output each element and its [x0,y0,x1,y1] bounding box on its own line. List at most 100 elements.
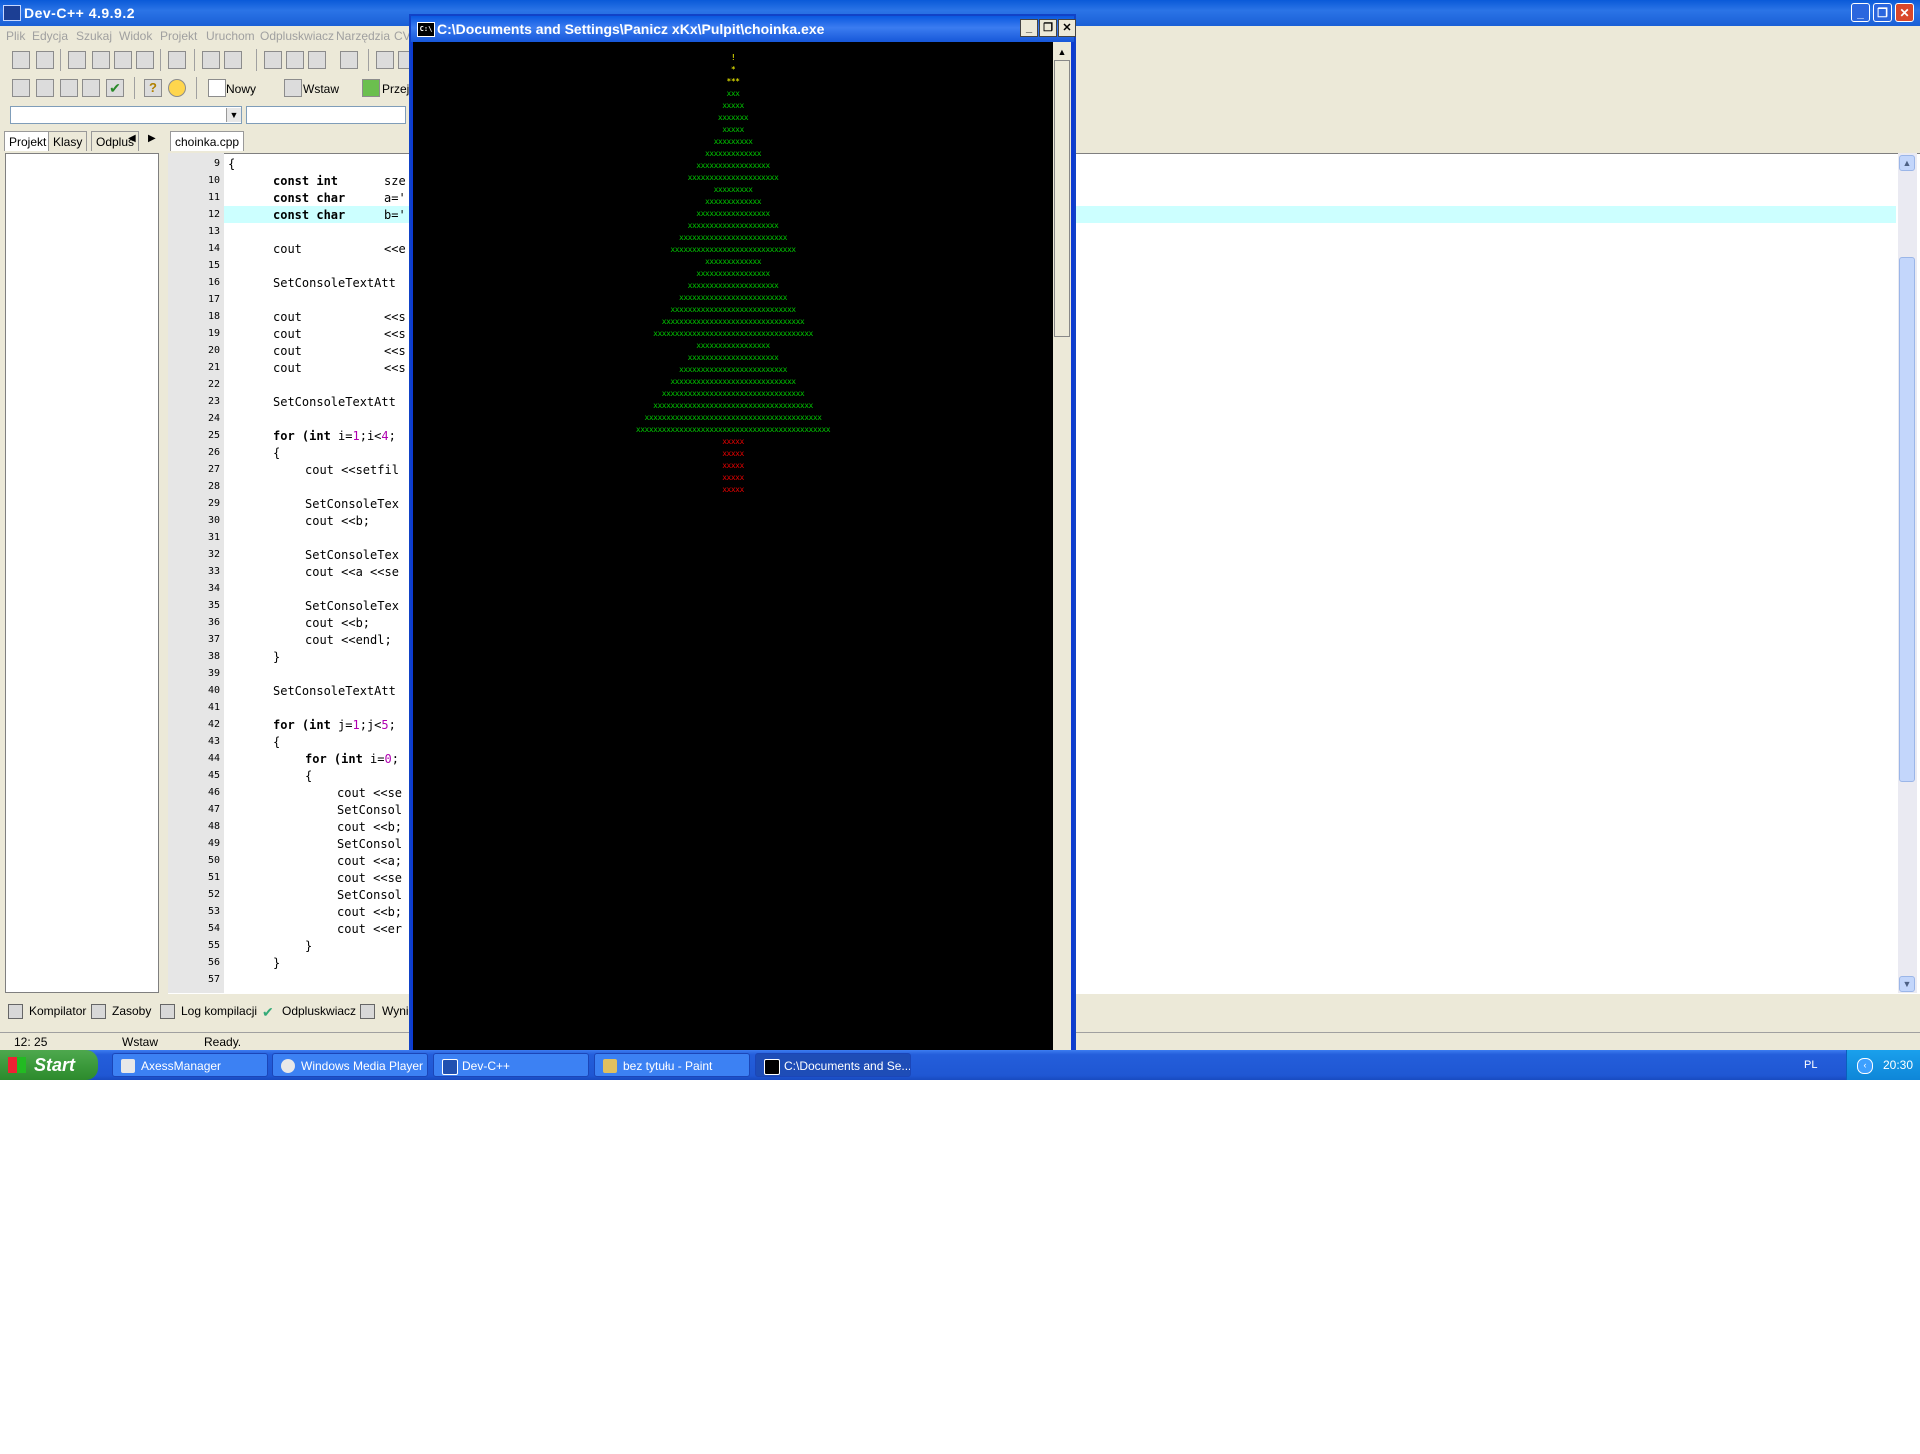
compile-icon[interactable] [12,79,30,97]
tab-odpluskwiacz-bottom[interactable]: Odpluskwiacz [282,1004,356,1018]
insert-icon[interactable] [284,79,302,97]
member-combo[interactable] [246,106,406,124]
about-icon[interactable] [168,79,186,97]
tree-branch-row: xxxxxxxxxxxxxxxxx [696,161,770,170]
resources-icon[interactable] [91,1004,106,1019]
print-icon[interactable] [168,51,186,69]
menu-uruchom[interactable]: Uruchom [206,26,255,46]
task-windows-media-player[interactable]: Windows Media Player [272,1053,428,1077]
find-results-icon[interactable] [360,1004,375,1019]
language-indicator[interactable]: PL [1804,1050,1817,1080]
redo-icon[interactable] [224,51,242,69]
task-axessmanager[interactable]: AxessManager [112,1053,268,1077]
menu-odpluskwiacz[interactable]: Odpluskwiacz [260,26,334,46]
close-button[interactable]: ✕ [1895,3,1914,22]
line-number: 15 [207,260,220,271]
scroll-up-icon[interactable]: ▲ [1899,155,1915,171]
chevron-down-icon[interactable]: ▼ [226,108,241,122]
menu-plik[interactable]: Plik [6,26,25,46]
line-number: 47 [207,804,220,815]
goto-button-label[interactable]: Przej [382,82,409,96]
console-restore-button[interactable]: ❐ [1039,19,1057,37]
menu-widok[interactable]: Widok [119,26,152,46]
help-icon[interactable]: ? [144,79,162,97]
line-number: 56 [207,957,220,968]
history-icon[interactable] [36,51,54,69]
console-minimize-button[interactable]: _ [1020,19,1038,37]
task-devcpp[interactable]: Dev-C++ [433,1053,589,1077]
new-project-icon[interactable] [208,79,226,97]
line-number: 45 [207,770,220,781]
code-line: { [273,446,281,460]
class-combo[interactable] [10,106,242,124]
find-icon[interactable] [264,51,282,69]
insert-button-label[interactable]: Wstaw [303,82,339,96]
debug-check-icon[interactable]: ✔ [262,1004,277,1020]
code-line: cout [273,361,302,375]
run-icon[interactable] [36,79,54,97]
console-close-button[interactable]: ✕ [1058,19,1076,37]
tab-kompilator[interactable]: Kompilator [29,1004,86,1018]
menu-narzedzia[interactable]: Narzędzia [336,26,390,46]
code-line: cout <<se [337,871,403,885]
editor-scrollbar-thumb[interactable] [1899,257,1915,782]
goto-line-icon[interactable] [340,51,358,69]
scroll-down-icon[interactable]: ▼ [1899,976,1915,992]
tree-branch-row: xxxxxxxxxxxxxxxxxxxxxxxxxxxxxxxxx [661,317,805,326]
line-number: 35 [207,600,220,611]
start-button[interactable]: Start [0,1050,98,1080]
tree-branch-row: xxxxxxxxxxxxxxxxx [696,269,770,278]
restore-button[interactable]: ❐ [1873,3,1892,22]
check-icon[interactable]: ✔ [106,79,124,97]
menu-edycja[interactable]: Edycja [32,26,68,46]
menu-szukaj[interactable]: Szukaj [76,26,112,46]
tree-branch-row: xxxxxxxxxxxxxxxxxxxxxxxxxxxxxxxxxxxxx [653,329,813,338]
line-number: 40 [207,685,220,696]
compiler-icon[interactable] [8,1004,23,1019]
code-line: cout <<setfil [305,463,399,477]
line-number: 24 [207,413,220,424]
tab-zasoby[interactable]: Zasoby [112,1004,151,1018]
open-project-icon[interactable] [12,51,30,69]
line-number: 22 [207,379,220,390]
undo-icon[interactable] [202,51,220,69]
new-button-label[interactable]: Nowy [226,82,256,96]
menu-projekt[interactable]: Projekt [160,26,197,46]
minimize-button[interactable]: _ [1851,3,1870,22]
rebuild-icon[interactable] [82,79,100,97]
project-panel[interactable] [5,153,159,993]
code-line: cout [273,310,302,324]
task-console[interactable]: C:\Documents and Se... [755,1053,911,1077]
task-paint[interactable]: bez tytułu - Paint [594,1053,750,1077]
tab-klasy[interactable]: Klasy [48,131,88,151]
save-all-icon[interactable] [114,51,132,69]
tab-wyniki[interactable]: Wyni [382,1004,409,1018]
tab-projekt[interactable]: Projekt [4,131,52,151]
tree-branch-row: xxxxxxxxxxxxxxxxxxxxxxxxxxxxxxxxxxxxxxxx… [635,425,831,434]
back-icon[interactable] [376,51,394,69]
tree-branch-row: xxxxxxxxx [713,137,753,146]
code-line: for (int i=0; [305,752,399,766]
tab-scroll-right-icon[interactable]: ▶ [148,133,156,144]
console-scroll-up-icon[interactable]: ▲ [1054,44,1070,60]
goto-icon[interactable] [362,79,380,97]
tab-log-kompilacji[interactable]: Log kompilacji [181,1004,257,1018]
close-file-icon[interactable] [136,51,154,69]
code-line: <<s [384,310,406,324]
console-title-bar[interactable]: C:\ C:\Documents and Settings\Panicz xKx… [411,16,1076,42]
tab-scroll-left-icon[interactable]: ◀ [128,133,136,144]
line-number: 34 [207,583,220,594]
tray-expand-icon[interactable]: ‹ [1857,1058,1873,1074]
clock[interactable]: 20:30 [1883,1050,1913,1080]
console-scrollbar-thumb[interactable] [1054,60,1070,337]
replace-icon[interactable] [286,51,304,69]
line-number: 32 [207,549,220,560]
tab-choinka-cpp[interactable]: choinka.cpp [170,131,245,151]
new-file-icon[interactable] [68,51,86,69]
compile-run-icon[interactable] [60,79,78,97]
save-icon[interactable] [92,51,110,69]
compile-log-icon[interactable] [160,1004,175,1019]
tree-trunk-row: xxxxx [722,437,744,446]
find-next-icon[interactable] [308,51,326,69]
code-line: SetConsol [337,888,403,902]
